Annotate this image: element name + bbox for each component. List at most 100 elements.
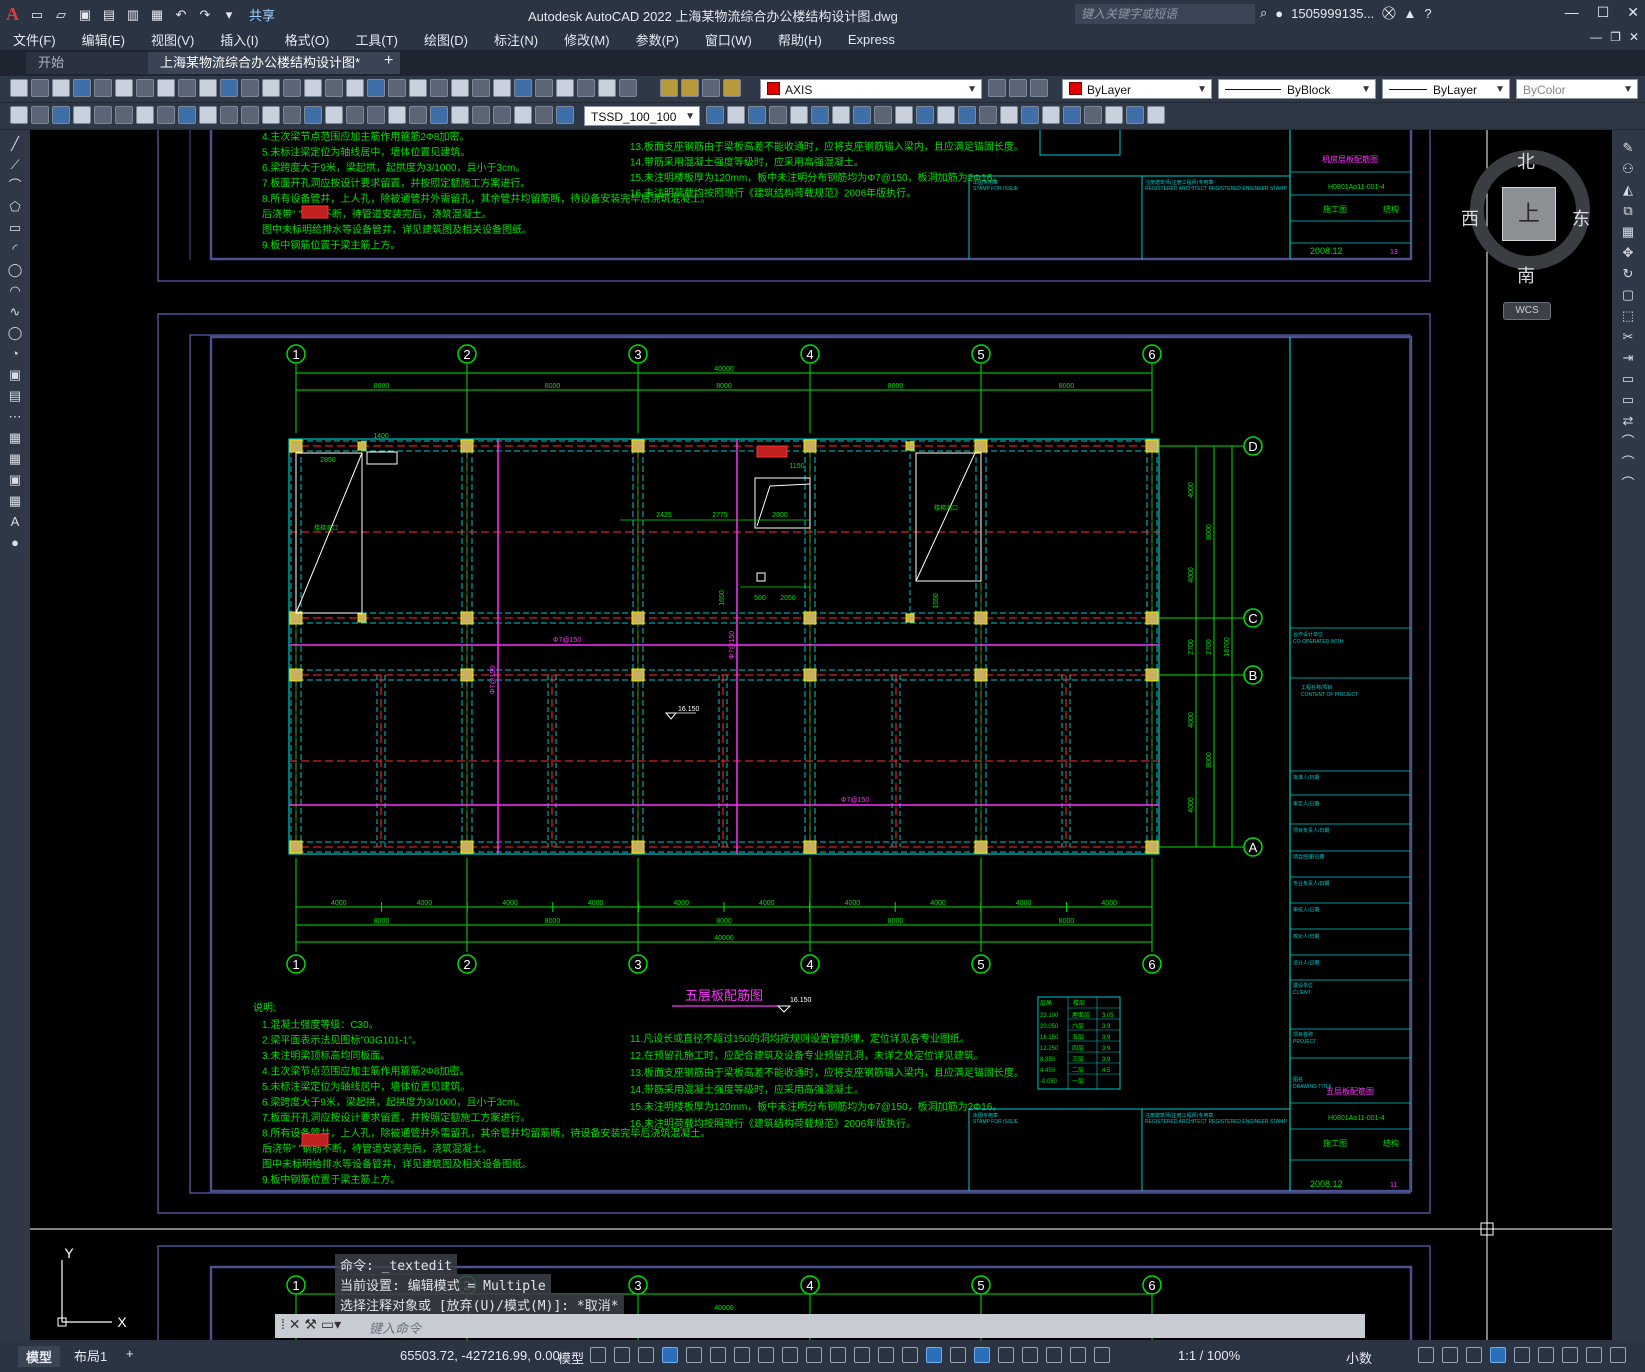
command-line-grip-icon[interactable]: ⁞ ✕ ⚒ ▭▾ [281, 1316, 341, 1333]
menu-item[interactable]: 插入(I) [207, 30, 271, 49]
modify-tool-icon[interactable]: ↻ [1620, 266, 1636, 282]
status-toggle-icon[interactable] [1610, 1347, 1626, 1363]
toolbar-tool-icon[interactable] [535, 79, 553, 97]
menu-item[interactable]: 编辑(E) [69, 30, 138, 49]
user-name[interactable]: 1505999135... [1291, 6, 1374, 21]
doc-restore-icon[interactable]: ❐ [1610, 30, 1621, 44]
toolbar-tool-icon[interactable] [874, 106, 892, 124]
add-layout-button[interactable]: + [126, 1346, 134, 1361]
menu-item[interactable]: 绘图(D) [411, 30, 481, 49]
autocad-logo-icon[interactable]: A [6, 4, 19, 25]
toolbar-tool-icon[interactable] [1084, 106, 1102, 124]
units-display[interactable]: 小数 [1346, 1348, 1372, 1367]
close-icon[interactable]: ✕ [1627, 4, 1639, 21]
tab-drawing[interactable]: 上海某物流综合办公楼结构设计图* [148, 52, 400, 74]
toolbar-tool-icon[interactable] [220, 79, 238, 97]
status-toggle-icon[interactable] [710, 1347, 726, 1363]
status-toggle-icon[interactable] [974, 1347, 990, 1363]
status-toggle-icon[interactable] [638, 1347, 654, 1363]
toolbar-tool-icon[interactable] [430, 106, 448, 124]
toolbar-tool-icon[interactable] [115, 106, 133, 124]
draw-tool-icon[interactable]: ▦ [7, 451, 23, 467]
draw-tool-icon[interactable]: ▦ [7, 493, 23, 509]
layer-lock-icon[interactable] [723, 79, 741, 97]
toolbar-tool-icon[interactable] [262, 106, 280, 124]
toolbar-tool-icon[interactable] [304, 106, 322, 124]
toolbar-tool-icon[interactable] [472, 106, 490, 124]
layer-dropdown[interactable]: AXIS ▼ [760, 79, 982, 99]
toolbar-tool-icon[interactable] [769, 106, 787, 124]
tab-model[interactable]: 模型 [18, 1346, 61, 1367]
new-tab-button[interactable]: + [384, 52, 393, 70]
modify-tool-icon[interactable]: ✥ [1620, 245, 1636, 261]
toolbar-tool-icon[interactable] [1126, 106, 1144, 124]
linetype-dropdown[interactable]: ByBlock ▼ [1218, 79, 1376, 99]
drawing-canvas[interactable]: 111222333444555666DCBA400008000800080008… [30, 130, 1612, 1340]
toolbar-tool-icon[interactable] [367, 79, 385, 97]
status-toggle-icon[interactable] [1442, 1347, 1458, 1363]
coordinate-readout[interactable]: 65503.72, -427216.99, 0.00 [400, 1348, 560, 1363]
toolbar-tool-icon[interactable] [577, 79, 595, 97]
toolbar-tool-icon[interactable] [514, 106, 532, 124]
toolbar-tool-icon[interactable] [1063, 106, 1081, 124]
menu-item[interactable]: 修改(M) [551, 30, 623, 49]
toolbar-tool-icon[interactable] [178, 79, 196, 97]
layer-isolate-icon[interactable] [1030, 79, 1048, 97]
toolbar-tool-icon[interactable] [346, 79, 364, 97]
tab-layout1[interactable]: 布局1 [74, 1346, 107, 1365]
toolbar-tool-icon[interactable] [52, 106, 70, 124]
draw-tool-icon[interactable]: ● [7, 535, 23, 551]
minimize-icon[interactable]: — [1565, 4, 1579, 21]
draw-tool-icon[interactable]: ╱ [7, 136, 23, 152]
toolbar-tool-icon[interactable] [430, 79, 448, 97]
toolbar-tool-icon[interactable] [1042, 106, 1060, 124]
menu-item[interactable]: 窗口(W) [692, 30, 765, 49]
status-toggle-icon[interactable] [902, 1347, 918, 1363]
drawing-svg[interactable]: 111222333444555666DCBA400008000800080008… [30, 130, 1612, 1340]
draw-tool-icon[interactable]: ⬠ [7, 199, 23, 215]
maximize-icon[interactable]: ☐ [1597, 4, 1610, 21]
layer-freeze-icon[interactable] [681, 79, 699, 97]
toolbar-tool-icon[interactable] [451, 106, 469, 124]
status-toggle-icon[interactable] [1070, 1347, 1086, 1363]
toolbar-tool-icon[interactable] [1147, 106, 1165, 124]
layer-match-icon[interactable] [988, 79, 1006, 97]
layer-on-icon[interactable] [660, 79, 678, 97]
status-toggle-icon[interactable] [782, 1347, 798, 1363]
modify-tool-icon[interactable]: ⬚ [1620, 308, 1636, 324]
status-toggle-icon[interactable] [854, 1347, 870, 1363]
menu-item[interactable]: 参数(P) [623, 30, 692, 49]
menu-item[interactable]: 格式(O) [272, 30, 343, 49]
toolbar-tool-icon[interactable] [325, 106, 343, 124]
draw-tool-icon[interactable]: ▣ [7, 367, 23, 383]
modify-tool-icon[interactable]: ◭ [1620, 182, 1636, 198]
toolbar-tool-icon[interactable] [241, 79, 259, 97]
modify-tool-icon[interactable]: ▭ [1620, 392, 1636, 408]
toolbar-tool-icon[interactable] [706, 106, 724, 124]
toolbar-tool-icon[interactable] [409, 106, 427, 124]
toolbar-tool-icon[interactable] [493, 106, 511, 124]
status-toggle-icon[interactable] [1562, 1347, 1578, 1363]
autodesk-app-icon[interactable]: ▲ [1404, 6, 1417, 21]
status-toggle-icon[interactable] [1538, 1347, 1554, 1363]
toolbar-tool-icon[interactable] [52, 79, 70, 97]
toolbar-tool-icon[interactable] [199, 79, 217, 97]
viewcube-east[interactable]: 东 [1572, 205, 1590, 231]
toolbar-tool-icon[interactable] [916, 106, 934, 124]
draw-tool-icon[interactable]: ⟋ [7, 157, 23, 173]
status-toggle-icon[interactable] [926, 1347, 942, 1363]
toolbar-tool-icon[interactable] [157, 106, 175, 124]
toolbar-tool-icon[interactable] [367, 106, 385, 124]
draw-tool-icon[interactable]: ◯ [7, 325, 23, 341]
modify-tool-icon[interactable]: ✎ [1620, 140, 1636, 156]
toolbar-tool-icon[interactable] [136, 79, 154, 97]
status-toggle-icon[interactable] [806, 1347, 822, 1363]
model-space-toggle[interactable]: 模型 [558, 1348, 584, 1367]
toolbar-tool-icon[interactable] [748, 106, 766, 124]
status-toggle-icon[interactable] [1466, 1347, 1482, 1363]
toolbar-tool-icon[interactable] [556, 79, 574, 97]
toolbar-tool-icon[interactable] [304, 79, 322, 97]
customize-qat-icon[interactable]: ▾ [219, 5, 239, 25]
modify-tool-icon[interactable]: ✂ [1620, 329, 1636, 345]
viewcube-top-face[interactable]: 上 [1502, 187, 1556, 241]
